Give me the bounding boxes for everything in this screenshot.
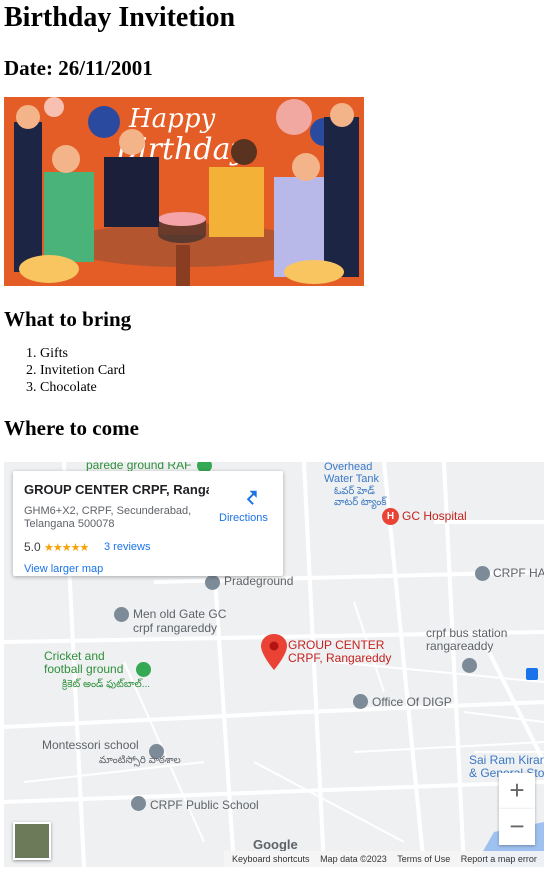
zoom-in-button[interactable]: + (499, 773, 535, 809)
map-label-crpf-ha: CRPF HA (493, 566, 544, 580)
map-label-men-old-gate: Men old Gate GC crpf rangareddy (133, 607, 227, 635)
map-label-prade-ground: Pradeground (224, 574, 294, 588)
map-label-office-digp: Office Of DIGP (372, 695, 452, 709)
place-info-card: GROUP CENTER CRPF, Rangar... GHM6+X2, CR… (13, 471, 283, 576)
page-title: Birthday Invitetion (4, 2, 236, 33)
embedded-map[interactable]: parede ground RAF Overhead Water Tank ఓవ… (4, 462, 544, 867)
keyboard-shortcuts-link[interactable]: Keyboard shortcuts (232, 854, 310, 864)
birthday-party-image: Happy Birthday (4, 97, 364, 286)
star-rating-icon: ★★★★★ (44, 542, 89, 554)
bring-list: Gifts Invitetion Card Chocolate (4, 345, 551, 396)
map-label-montessori-te: మాంటిస్సోరి పాఠశాల (99, 755, 181, 766)
zoom-out-button[interactable]: − (499, 809, 535, 845)
rating-value: 5.0 (24, 540, 41, 554)
landmark-icon[interactable] (205, 575, 220, 590)
location-pin-icon[interactable] (261, 634, 287, 670)
map-data-text: Map data ©2023 (320, 854, 387, 864)
birthday-illustration: Happy Birthday (4, 97, 364, 286)
map-label-cricket-ground-te: క్రికెట్ అండ్ ఫుట్‌బాల్... (62, 679, 151, 690)
terms-link[interactable]: Terms of Use (397, 854, 450, 864)
map-label-overhead-tank: Overhead Water Tank (324, 462, 380, 485)
school-icon[interactable] (131, 796, 146, 811)
landmark-icon[interactable] (114, 607, 129, 622)
bus-icon[interactable] (462, 658, 477, 673)
place-title[interactable]: GROUP CENTER CRPF, Rangar... (24, 482, 209, 497)
hospital-icon[interactable]: H (382, 508, 399, 525)
map-footer: Keyboard shortcuts Map data ©2023 Terms … (224, 851, 544, 867)
map-label-group-center: GROUP CENTER CRPF, Rangareddy (288, 638, 392, 665)
reviews-link[interactable]: 3 reviews (104, 541, 150, 553)
where-to-come-heading: Where to come (4, 416, 139, 440)
place-address: GHM6+X2, CRPF, Secunderabad, Telangana 5… (24, 505, 192, 530)
google-logo: Google (253, 837, 298, 852)
directions-button[interactable]: Directions (219, 512, 268, 524)
bring-item-chocolate: Chocolate (40, 379, 551, 396)
map-label-crpf-bus-station: crpf bus station rangareaddy (426, 626, 508, 653)
map-label-crpf-public-school: CRPF Public School (150, 798, 259, 812)
view-larger-map-link[interactable]: View larger map (24, 563, 103, 575)
satellite-toggle-thumbnail[interactable] (13, 822, 51, 860)
bring-item-gifts: Gifts (40, 345, 551, 362)
bring-item-invitation-card: Invitetion Card (40, 362, 551, 379)
map-label-montessori: Montessori school (42, 738, 139, 752)
directions-icon[interactable] (241, 485, 261, 505)
place-pin-icon[interactable] (475, 566, 490, 581)
page: Birthday Invitetion Date: 26/11/2001 Hap… (0, 0, 555, 440)
map-label-gc-hospital: GC Hospital (402, 509, 467, 523)
what-to-bring-heading: What to bring (4, 307, 132, 331)
report-map-error-link[interactable]: Report a map error (461, 854, 537, 864)
map-label-overhead-tank-te: ఓవర్ హెడ్ వాటర్ ట్యాంక్ (334, 486, 387, 508)
place-rating: 5.0 ★★★★★ (24, 540, 89, 554)
svg-text:Happy: Happy (128, 104, 215, 134)
transit-icon[interactable] (526, 668, 538, 680)
map-label-cricket-ground: Cricket and football ground (44, 649, 124, 676)
event-date: Date: 26/11/2001 (4, 56, 153, 80)
landmark-icon[interactable] (353, 694, 368, 709)
park-icon[interactable] (136, 662, 151, 677)
